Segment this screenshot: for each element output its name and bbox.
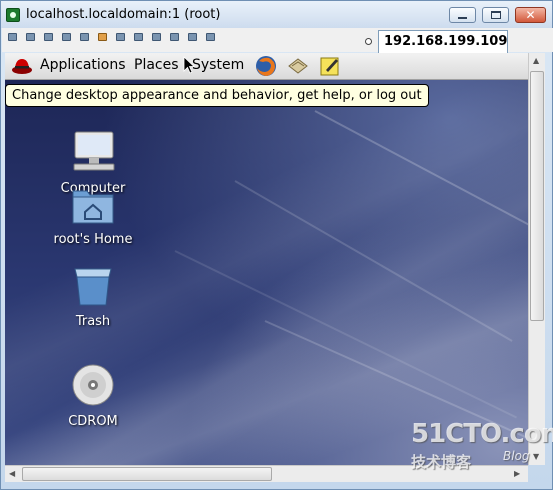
- desktop-icon-home[interactable]: root's Home: [43, 185, 143, 247]
- keyboard-icon[interactable]: [152, 33, 161, 41]
- remote-desktop-viewport[interactable]: Applications Places System Computer root…: [5, 53, 528, 465]
- clipboard-icon[interactable]: [98, 33, 107, 41]
- wallpaper-streak: [174, 250, 517, 419]
- vnc-app-icon: [6, 8, 20, 22]
- connection-info-icon[interactable]: [62, 33, 71, 41]
- desktop-icon-trash[interactable]: Trash: [43, 265, 143, 329]
- scroll-left-arrow-icon[interactable]: ◀: [9, 470, 15, 478]
- mouse-cursor-icon: [183, 56, 195, 74]
- vnc-viewer-window: localhost.localdomain:1 (root) ✕ 192.168…: [0, 0, 553, 490]
- desktop-icon-label: root's Home: [53, 232, 133, 247]
- watermark-main: 51CTO.com: [411, 419, 553, 449]
- zoom-icon[interactable]: [116, 33, 125, 41]
- address-field[interactable]: 192.168.199.109:1: [378, 30, 508, 54]
- disconnect-icon[interactable]: [206, 33, 215, 41]
- fullscreen-icon[interactable]: [80, 33, 89, 41]
- vertical-scrollbar[interactable]: ▲ ▼: [528, 53, 545, 465]
- close-icon: ✕: [525, 8, 536, 22]
- notes-launcher-icon[interactable]: [318, 54, 342, 78]
- window-title: localhost.localdomain:1 (root): [26, 7, 221, 22]
- close-button[interactable]: ✕: [515, 7, 546, 23]
- ctrl-alt-del-icon[interactable]: [8, 33, 17, 41]
- file-transfer-icon[interactable]: [134, 33, 143, 41]
- trash-icon: [74, 268, 112, 306]
- system-menu[interactable]: System: [192, 57, 244, 73]
- desktop-icon-label: CDROM: [68, 414, 118, 429]
- desktop-icon-cdrom[interactable]: CDROM: [43, 363, 143, 429]
- places-menu[interactable]: Places: [134, 57, 179, 73]
- email-launcher-icon[interactable]: [286, 54, 310, 78]
- minimize-icon: [458, 16, 467, 19]
- system-menu-tooltip: Change desktop appearance and behavior, …: [5, 84, 429, 107]
- watermark-sub: 技术博客: [411, 453, 472, 471]
- maximize-button[interactable]: [482, 7, 509, 23]
- scroll-up-arrow-icon[interactable]: ▲: [533, 57, 539, 65]
- desktop-background[interactable]: Computer root's Home Trash CDROM: [5, 80, 528, 465]
- redhat-logo-icon[interactable]: [11, 56, 33, 76]
- desktop-icon-label: Trash: [75, 314, 111, 329]
- gnome-top-panel: Applications Places System: [5, 53, 528, 80]
- watermark: 51CTO.com 技术博客 Blog: [411, 419, 553, 473]
- home-folder-icon: [72, 190, 114, 224]
- maximize-icon: [490, 11, 501, 19]
- chat-icon[interactable]: [170, 33, 179, 41]
- address-option-radio[interactable]: [365, 38, 372, 45]
- dvd-icon: [72, 364, 114, 406]
- computer-icon: [73, 131, 115, 171]
- record-icon[interactable]: [188, 33, 197, 41]
- title-bar[interactable]: localhost.localdomain:1 (root) ✕: [1, 1, 552, 28]
- options-icon[interactable]: [44, 33, 53, 41]
- firefox-launcher-icon[interactable]: [254, 54, 278, 78]
- applications-menu[interactable]: Applications: [40, 57, 126, 73]
- horizontal-scroll-thumb[interactable]: [22, 467, 272, 481]
- wallpaper-streak: [234, 180, 513, 342]
- refresh-icon[interactable]: [26, 33, 35, 41]
- wallpaper-streak: [314, 110, 528, 234]
- watermark-blog: Blog: [503, 449, 530, 463]
- minimize-button[interactable]: [449, 7, 476, 23]
- vertical-scroll-thumb[interactable]: [530, 71, 544, 321]
